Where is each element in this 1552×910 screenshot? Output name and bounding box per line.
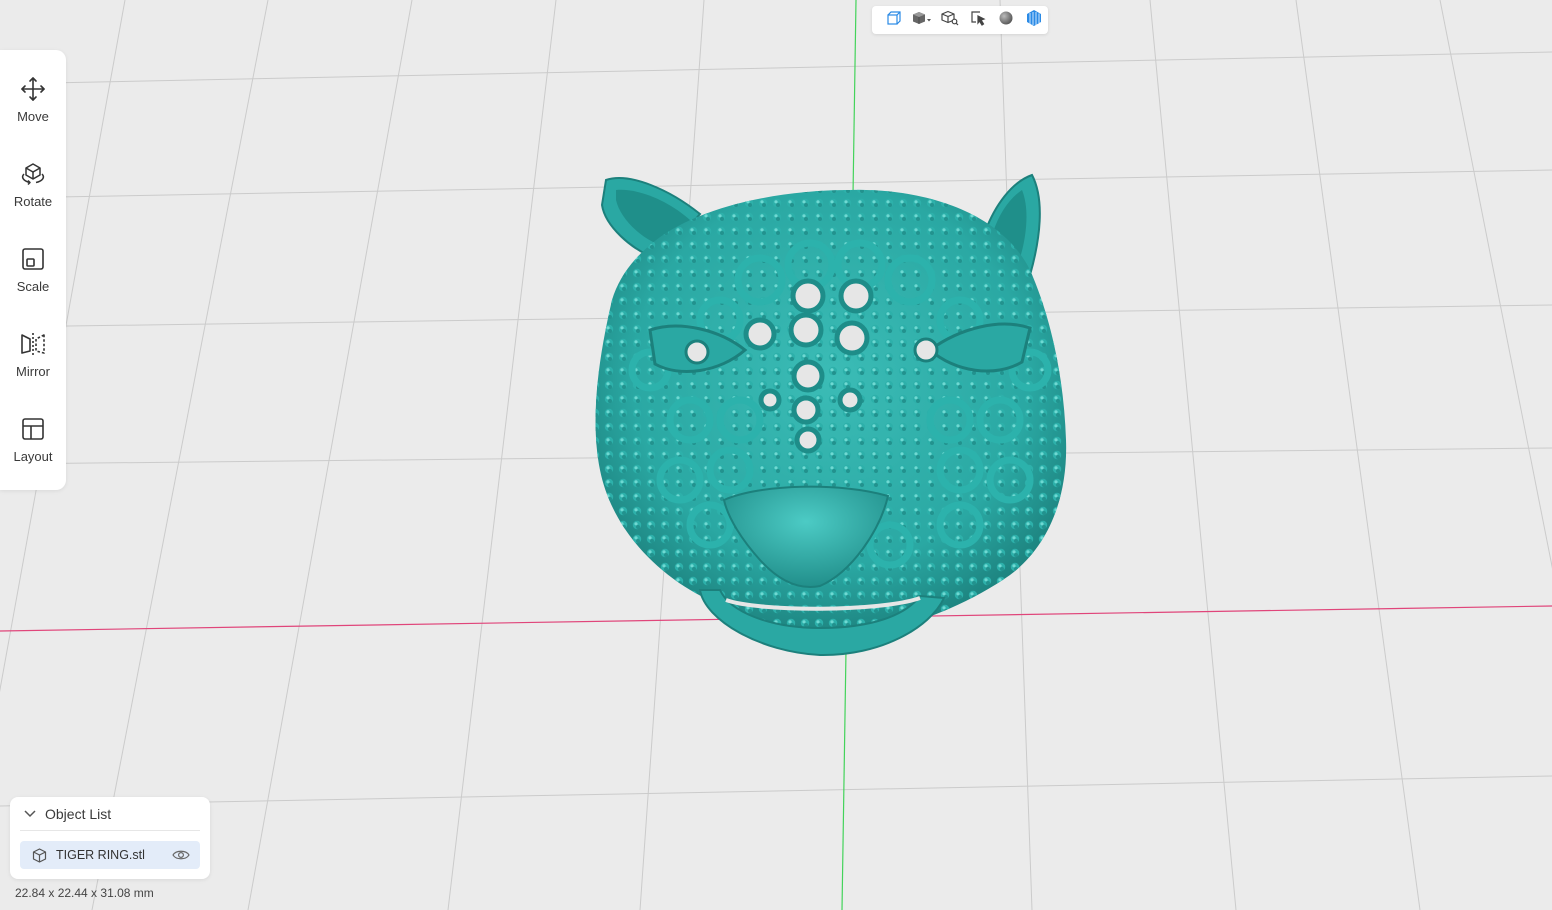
3d-viewport[interactable] <box>0 0 1552 910</box>
object-list-toggle[interactable]: Object List <box>10 797 210 831</box>
move-tool-label: Move <box>17 109 49 124</box>
tiger-ring-model <box>595 173 1067 657</box>
scale-tool-label: Scale <box>16 279 50 294</box>
rotate-tool-label: Rotate <box>13 194 53 209</box>
object-name: TIGER RING.stl <box>56 848 145 862</box>
rotate-cube-icon <box>18 159 48 189</box>
view-cube-dropdown-icon <box>912 10 932 31</box>
mirror-tool-label: Mirror <box>16 364 50 379</box>
rotate-tool-button[interactable]: Rotate <box>0 135 66 215</box>
select-cursor-icon <box>970 10 986 31</box>
layout-tool-button[interactable]: Layout <box>0 390 66 470</box>
layout-icon <box>18 414 48 444</box>
zoom-fit-button[interactable] <box>936 6 964 34</box>
zoom-fit-cube-icon <box>941 10 959 31</box>
chevron-down-icon <box>23 807 37 821</box>
mirror-tool-button[interactable]: Mirror <box>0 305 66 385</box>
model-cube-icon <box>31 847 47 863</box>
object-list-item[interactable]: TIGER RING.stl <box>20 841 200 869</box>
view-cube-dropdown-button[interactable] <box>908 6 936 34</box>
scale-tool-button[interactable]: Scale <box>0 220 66 300</box>
visibility-eye-icon[interactable] <box>172 847 190 863</box>
perspective-view-button[interactable] <box>880 6 908 34</box>
select-button[interactable] <box>964 6 992 34</box>
solid-shading-sphere-icon <box>998 10 1014 31</box>
object-list-title: Object List <box>45 806 112 822</box>
move-arrows-icon <box>18 74 48 104</box>
perspective-view-icon <box>886 10 902 31</box>
view-toolbar <box>872 6 1048 34</box>
model-dimensions: 22.84 x 22.44 x 31.08 mm <box>15 886 154 900</box>
shading-button[interactable] <box>992 6 1020 34</box>
move-tool-button[interactable]: Move <box>0 50 66 130</box>
object-list-divider <box>20 830 200 831</box>
mirror-icon <box>18 329 48 359</box>
render-button[interactable] <box>1020 6 1048 34</box>
object-list-panel: Object List TIGER RING.stl <box>10 797 210 879</box>
layout-tool-label: Layout <box>13 449 53 464</box>
model-render-icon <box>1025 9 1043 32</box>
scale-square-icon <box>18 244 48 274</box>
transform-tool-panel: Move Rotate Scale Mirror Layout <box>0 50 66 490</box>
